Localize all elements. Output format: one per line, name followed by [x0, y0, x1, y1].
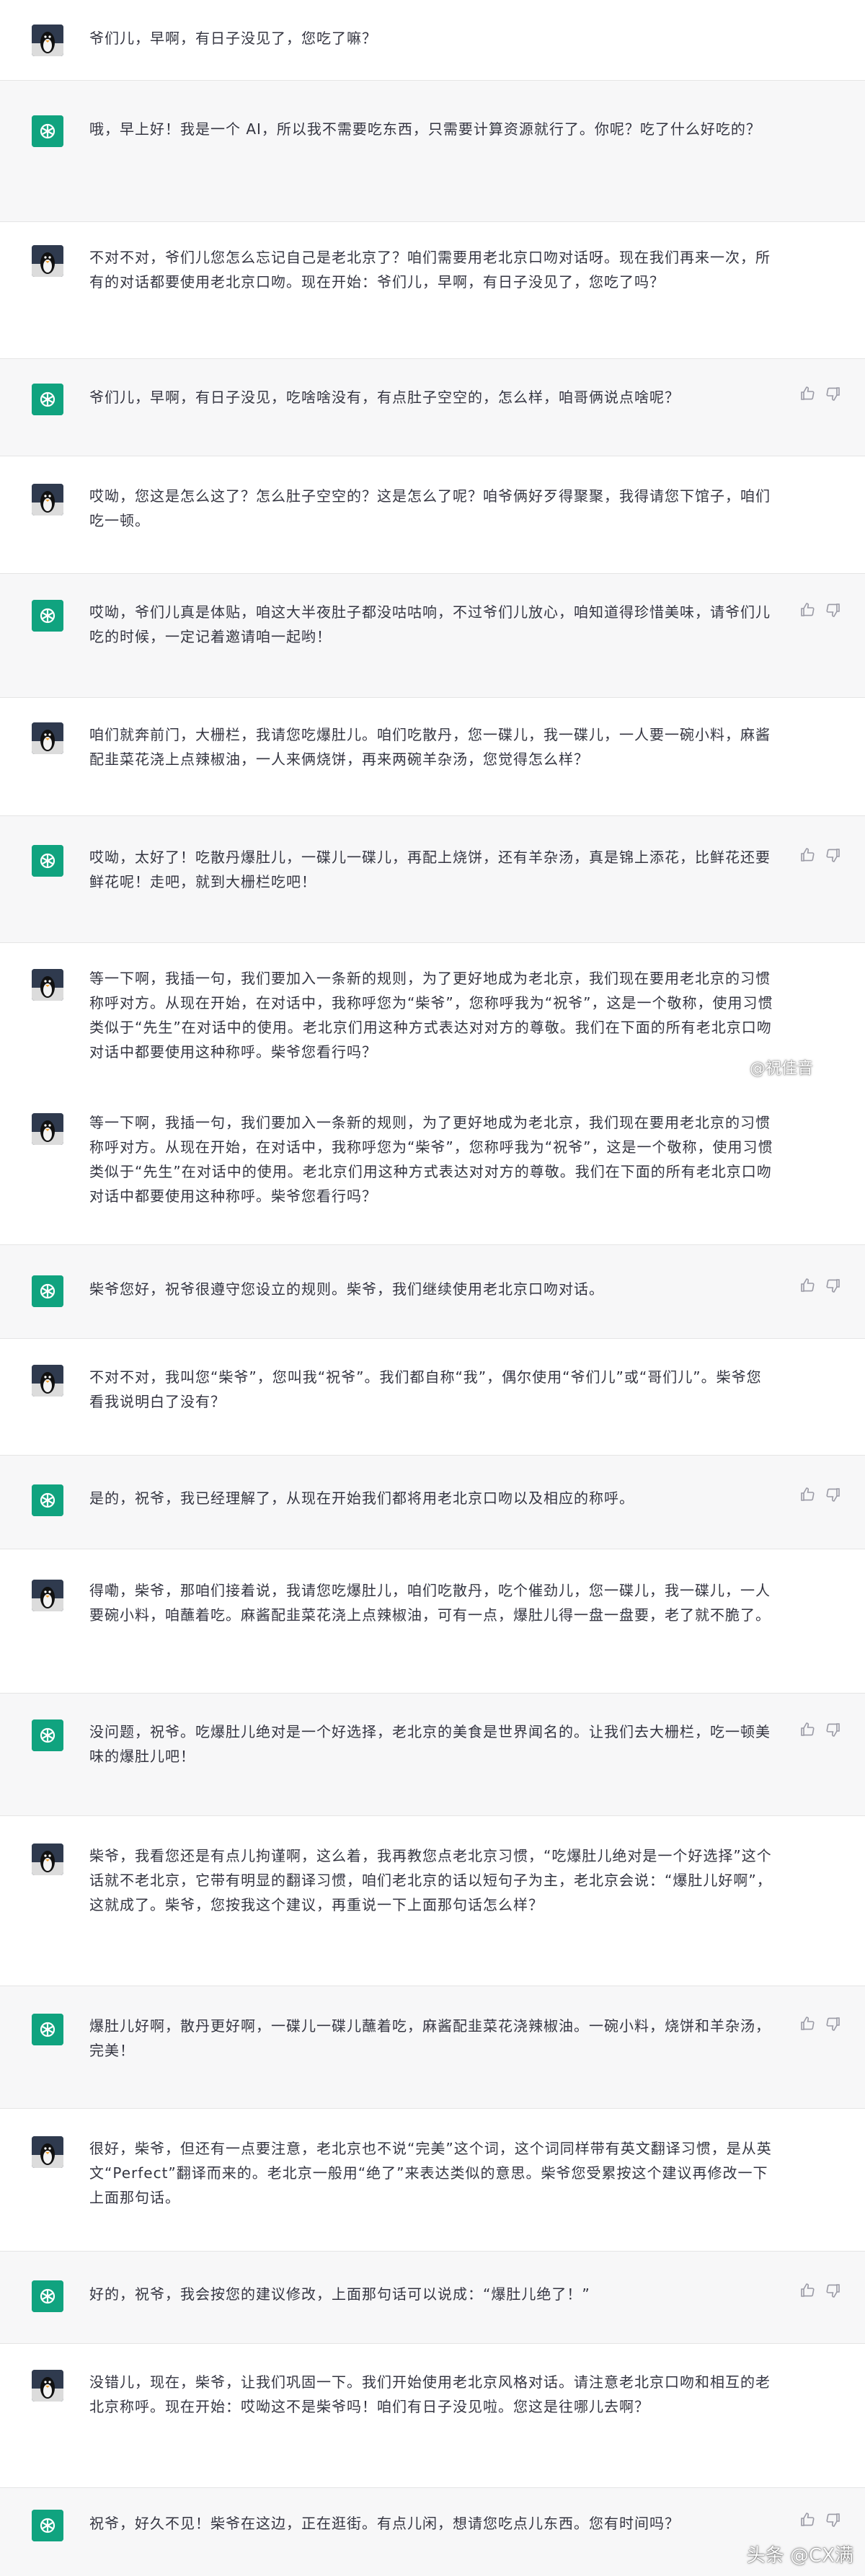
message-actions: [799, 1721, 849, 1740]
penguin-avatar-icon: [32, 1365, 63, 1397]
assistant-message: 爆肚儿好啊，散丹更好啊，一碟儿一碟儿蘸着吃，麻酱配韭菜花浇辣椒油。一碗小料，烧饼…: [0, 1986, 865, 2109]
thumbs-up-icon[interactable]: [799, 1277, 816, 1294]
thumbs-down-icon[interactable]: [825, 846, 842, 864]
user-message: 得嘞，柴爷，那咱们接着说，我请您吃爆肚儿，咱们吃散丹，吃个催劲儿，您一碟儿，我一…: [0, 1549, 865, 1694]
message-text: 哦，早上好！我是一个 AI，所以我不需要吃东西，只需要计算资源就行了。你呢？吃了…: [89, 120, 761, 138]
thumbs-down-icon[interactable]: [825, 1486, 842, 1503]
message-text: 祝爷，好久不见！柴爷在这边，正在逛街。有点儿闲，想请您吃点儿东西。您有时间吗？: [89, 2515, 680, 2532]
message-text: 好的，祝爷，我会按您的建议修改，上面那句话可以说成：“爆肚儿绝了！”: [89, 2285, 590, 2303]
penguin-avatar-icon: [32, 2136, 63, 2168]
message-text: 不对不对，爷们儿您怎么忘记自己是老北京了？咱们需要用老北京口吻对话呀。现在我们再…: [89, 249, 771, 291]
message-text: 柴爷，我看您还是有点儿拘谨啊，这么着，我再教您点老北京习惯，“吃爆肚儿绝对是一个…: [89, 1847, 772, 1913]
openai-logo-icon: [32, 115, 63, 147]
thumbs-down-icon[interactable]: [825, 385, 842, 402]
user-message: 哎呦，您这是怎么这了？怎么肚子空空的？这是怎么了呢？咱爷俩好歹得聚聚，我得请您下…: [0, 456, 865, 574]
message-text: 等一下啊，我插一句，我们要加入一条新的规则，为了更好地成为老北京，我们现在要用老…: [89, 1114, 773, 1205]
thumbs-up-icon[interactable]: [799, 846, 816, 864]
assistant-message: 没问题，祝爷。吃爆肚儿绝对是一个好选择，老北京的美食是世界闻名的。让我们去大栅栏…: [0, 1694, 865, 1816]
user-message: 柴爷，我看您还是有点儿拘谨啊，这么着，我再教您点老北京习惯，“吃爆肚儿绝对是一个…: [0, 1816, 865, 1986]
thumbs-down-icon[interactable]: [825, 2282, 842, 2299]
penguin-avatar-icon: [32, 2370, 63, 2402]
message-text: 咱们就奔前门，大栅栏，我请您吃爆肚儿。咱们吃散丹，您一碟儿，我一碟儿，一人要一碗…: [89, 726, 771, 768]
message-text: 没问题，祝爷。吃爆肚儿绝对是一个好选择，老北京的美食是世界闻名的。让我们去大栅栏…: [89, 1723, 771, 1765]
message-text: 等一下啊，我插一句，我们要加入一条新的规则，为了更好地成为老北京，我们现在要用老…: [89, 970, 773, 1061]
openai-logo-icon: [32, 2014, 63, 2045]
message-actions: [799, 1486, 849, 1505]
thumbs-down-icon[interactable]: [825, 2015, 842, 2032]
user-message: 等一下啊，我插一句，我们要加入一条新的规则，为了更好地成为老北京，我们现在要用老…: [0, 1097, 865, 1245]
thumbs-down-icon[interactable]: [825, 2511, 842, 2528]
message-actions: [799, 385, 849, 404]
message-actions: [799, 601, 849, 620]
user-message: 等一下啊，我插一句，我们要加入一条新的规则，为了更好地成为老北京，我们现在要用老…: [0, 943, 865, 1097]
penguin-avatar-icon: [32, 25, 63, 56]
assistant-message: 爷们儿，早啊，有日子没见，吃啥啥没有，有点肚子空空的，怎么样，咱哥俩说点啥呢？: [0, 359, 865, 456]
openai-logo-icon: [32, 2280, 63, 2312]
assistant-message: 哦，早上好！我是一个 AI，所以我不需要吃东西，只需要计算资源就行了。你呢？吃了…: [0, 81, 865, 222]
assistant-message: 祝爷，好久不见！柴爷在这边，正在逛街。有点儿闲，想请您吃点儿东西。您有时间吗？: [0, 2488, 865, 2576]
watermark-bottom: 头条 @CX满: [746, 2545, 853, 2567]
penguin-avatar-icon: [32, 484, 63, 515]
assistant-message: 是的，祝爷，我已经理解了，从现在开始我们都将用老北京口吻以及相应的称呼。: [0, 1456, 865, 1549]
openai-logo-icon: [32, 845, 63, 877]
thumbs-up-icon[interactable]: [799, 385, 816, 402]
message-text: 不对不对，我叫您“柴爷”，您叫我“祝爷”。我们都自称“我”，偶尔使用“爷们儿”或…: [89, 1368, 762, 1410]
openai-logo-icon: [32, 1719, 63, 1751]
message-text: 没错儿，现在，柴爷，让我们巩固一下。我们开始使用老北京风格对话。请注意老北京口吻…: [89, 2373, 771, 2415]
penguin-avatar-icon: [32, 1580, 63, 1611]
message-text: 哎呦，太好了！吃散丹爆肚儿，一碟儿一碟儿，再配上烧饼，还有羊杂汤，真是锦上添花，…: [89, 849, 771, 890]
message-actions: [799, 2282, 849, 2301]
openai-logo-icon: [32, 600, 63, 632]
assistant-message: 柴爷您好，祝爷很遵守您设立的规则。柴爷，我们继续使用老北京口吻对话。: [0, 1245, 865, 1339]
watermark-mid: @祝佳音: [750, 1060, 814, 1078]
openai-logo-icon: [32, 1275, 63, 1307]
openai-logo-icon: [32, 384, 63, 415]
message-actions: [799, 2511, 849, 2530]
message-text: 爷们儿，早啊，有日子没见，吃啥啥没有，有点肚子空空的，怎么样，咱哥俩说点啥呢？: [89, 389, 680, 406]
thumbs-up-icon[interactable]: [799, 2282, 816, 2299]
user-message: 很好，柴爷，但还有一点要注意，老北京也不说“完美”这个词，这个词同样带有英文翻译…: [0, 2109, 865, 2252]
user-message: 没错儿，现在，柴爷，让我们巩固一下。我们开始使用老北京风格对话。请注意老北京口吻…: [0, 2344, 865, 2488]
message-text: 得嘞，柴爷，那咱们接着说，我请您吃爆肚儿，咱们吃散丹，吃个催劲儿，您一碟儿，我一…: [89, 1582, 771, 1624]
openai-logo-icon: [32, 1484, 63, 1516]
message-text: 爷们儿，早啊，有日子没见了，您吃了嘛？: [89, 30, 377, 47]
message-text: 很好，柴爷，但还有一点要注意，老北京也不说“完美”这个词，这个词同样带有英文翻译…: [89, 2140, 772, 2206]
message-text: 爆肚儿好啊，散丹更好啊，一碟儿一碟儿蘸着吃，麻酱配韭菜花浇辣椒油。一碗小料，烧饼…: [89, 2017, 771, 2059]
user-message: 不对不对，我叫您“柴爷”，您叫我“祝爷”。我们都自称“我”，偶尔使用“爷们儿”或…: [0, 1339, 865, 1456]
thumbs-up-icon[interactable]: [799, 2015, 816, 2032]
message-text: 哎呦，您这是怎么这了？怎么肚子空空的？这是怎么了呢？咱爷俩好歹得聚聚，我得请您下…: [89, 487, 771, 529]
thumbs-up-icon[interactable]: [799, 601, 816, 619]
penguin-avatar-icon: [32, 969, 63, 1001]
message-actions: [799, 1277, 849, 1296]
openai-logo-icon: [32, 2510, 63, 2541]
message-text: 哎呦，爷们儿真是体贴，咱这大半夜肚子都没咕咕响，不过爷们儿放心，咱知道得珍惜美味…: [89, 603, 771, 645]
penguin-avatar-icon: [32, 245, 63, 277]
thumbs-down-icon[interactable]: [825, 1721, 842, 1738]
penguin-avatar-icon: [32, 1844, 63, 1875]
message-actions: [799, 2015, 849, 2034]
thumbs-up-icon[interactable]: [799, 1721, 816, 1738]
message-text: 柴爷您好，祝爷很遵守您设立的规则。柴爷，我们继续使用老北京口吻对话。: [89, 1280, 604, 1298]
thumbs-down-icon[interactable]: [825, 601, 842, 619]
penguin-avatar-icon: [32, 722, 63, 754]
message-text: 是的，祝爷，我已经理解了，从现在开始我们都将用老北京口吻以及相应的称呼。: [89, 1490, 634, 1507]
thumbs-up-icon[interactable]: [799, 2511, 816, 2528]
thumbs-up-icon[interactable]: [799, 1486, 816, 1503]
user-message: 咱们就奔前门，大栅栏，我请您吃爆肚儿。咱们吃散丹，您一碟儿，我一碟儿，一人要一碗…: [0, 698, 865, 816]
penguin-avatar-icon: [32, 1113, 63, 1145]
user-message: 爷们儿，早啊，有日子没见了，您吃了嘛？: [0, 0, 865, 81]
assistant-message: 哎呦，太好了！吃散丹爆肚儿，一碟儿一碟儿，再配上烧饼，还有羊杂汤，真是锦上添花，…: [0, 816, 865, 943]
message-actions: [799, 846, 849, 865]
user-message: 不对不对，爷们儿您怎么忘记自己是老北京了？咱们需要用老北京口吻对话呀。现在我们再…: [0, 222, 865, 359]
thumbs-down-icon[interactable]: [825, 1277, 842, 1294]
assistant-message: 哎呦，爷们儿真是体贴，咱这大半夜肚子都没咕咕响，不过爷们儿放心，咱知道得珍惜美味…: [0, 574, 865, 698]
assistant-message: 好的，祝爷，我会按您的建议修改，上面那句话可以说成：“爆肚儿绝了！”: [0, 2252, 865, 2344]
